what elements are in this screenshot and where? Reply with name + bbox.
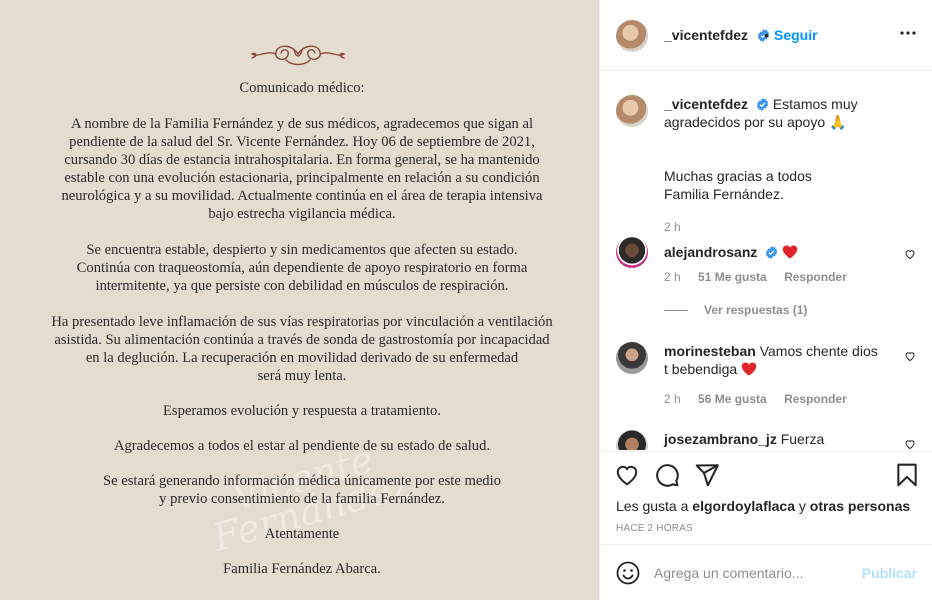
comment-avatar[interactable] <box>616 430 648 450</box>
likes-conjunction: y <box>798 498 806 514</box>
author-avatar[interactable] <box>616 20 648 52</box>
statement-paragraph-2: Se encuentra estable, despierto y sin me… <box>76 242 528 294</box>
statement-title: Comunicado médico: <box>239 80 365 96</box>
caption-text: _vicentefdez Estamos muy agradecidos por… <box>664 95 894 131</box>
header-separator: • <box>764 27 769 43</box>
publish-comment-button[interactable]: Publicar <box>862 565 917 581</box>
statement-paragraph-5: Agradecemos a todos el estar al pendient… <box>113 438 491 454</box>
view-replies-label[interactable]: Ver respuestas (1) <box>704 303 807 317</box>
author-username-wrap[interactable]: _vicentefdez <box>664 27 770 45</box>
replies-divider-line <box>664 309 688 311</box>
other-likers-link[interactable]: otras personas <box>810 498 910 514</box>
statement-closing: Atentamente <box>264 526 340 542</box>
comment-avatar[interactable] <box>616 342 648 374</box>
comment-meta: 2 h 51 Me gusta Responder <box>664 270 861 284</box>
add-comment-bar: Publicar <box>600 544 932 600</box>
caption-timestamp[interactable]: 2 h <box>664 220 681 234</box>
caption-body-2: Muchas gracias a todos Familia Fernández… <box>664 168 812 202</box>
reply-button[interactable]: Responder <box>784 392 847 406</box>
statement-paragraph-3: Ha presentado leve inflamación de sus ví… <box>51 314 553 384</box>
comment-like-heart-icon[interactable] <box>904 350 916 362</box>
reply-button[interactable]: Responder <box>784 270 847 284</box>
share-paper-plane-icon[interactable] <box>694 462 720 488</box>
comments-section[interactable]: _vicentefdez Estamos muy agradecidos por… <box>600 72 932 450</box>
ornament-decoration <box>250 45 346 66</box>
author-username[interactable]: _vicentefdez <box>664 27 748 43</box>
post-sidebar: _vicentefdez • Seguir _vicentefdez Estam… <box>599 0 932 600</box>
post-header: _vicentefdez • Seguir <box>600 0 932 71</box>
comment-username[interactable]: alejandrosanz <box>664 244 757 260</box>
post-image[interactable]: Vicente Fernández Comunicado médico: A n… <box>0 0 599 600</box>
comment-meta: 2 h 56 Me gusta Responder <box>664 392 861 406</box>
comment-text: josezambrano_jz Fuerza <box>664 430 882 448</box>
emoji-smiley-icon[interactable] <box>616 561 640 585</box>
comment-like-heart-icon[interactable] <box>904 248 916 260</box>
comment-time[interactable]: 2 h <box>664 392 681 406</box>
medical-statement: Comunicado médico: A nombre de la Famili… <box>22 79 582 578</box>
statement-paragraph-1: A nombre de la Familia Fernández y de su… <box>61 116 543 222</box>
likes-prefix: Les gusta a <box>616 498 689 514</box>
red-heart-emoji-icon <box>782 245 798 259</box>
comment-username[interactable]: morinesteban <box>664 343 756 359</box>
caption-username[interactable]: _vicentefdez <box>664 96 748 112</box>
comment-body: Fuerza <box>780 431 825 447</box>
statement-paragraph-6: Se estará generando información médica ú… <box>103 473 501 507</box>
comment-bubble-icon[interactable] <box>654 462 680 488</box>
verified-badge-icon <box>756 98 769 111</box>
like-heart-icon[interactable] <box>614 462 640 488</box>
post-timestamp[interactable]: HACE 2 HORAS <box>616 523 693 534</box>
comment-likes[interactable]: 56 Me gusta <box>698 392 767 406</box>
follow-button[interactable]: Seguir <box>774 27 818 43</box>
statement-paragraph-4: Esperamos evolución y respuesta a tratam… <box>162 403 441 419</box>
more-options-icon[interactable] <box>899 24 917 42</box>
comment-username[interactable]: josezambrano_jz <box>664 431 777 447</box>
post-actions: Les gusta a elgordoylaflaca y otras pers… <box>600 451 932 543</box>
comment-time[interactable]: 2 h <box>664 270 681 284</box>
save-bookmark-icon[interactable] <box>894 462 920 488</box>
view-replies-button[interactable]: Ver respuestas (1) <box>664 303 807 317</box>
comment-input[interactable] <box>654 563 854 583</box>
statement-signature: Familia Fernández Abarca. <box>223 561 381 577</box>
comment-avatar[interactable] <box>616 236 648 268</box>
likes-summary: Les gusta a elgordoylaflaca y otras pers… <box>616 498 910 514</box>
verified-badge-icon <box>766 246 778 259</box>
liker-username[interactable]: elgordoylaflaca <box>692 498 795 514</box>
comment-like-heart-icon[interactable] <box>904 438 916 450</box>
comment-text: morinesteban Vamos chente dios t bebendi… <box>664 342 882 378</box>
red-heart-emoji-icon <box>741 362 757 376</box>
comment-likes[interactable]: 51 Me gusta <box>698 270 767 284</box>
caption-avatar[interactable] <box>616 95 648 127</box>
comment-text: alejandrosanz <box>664 243 882 261</box>
